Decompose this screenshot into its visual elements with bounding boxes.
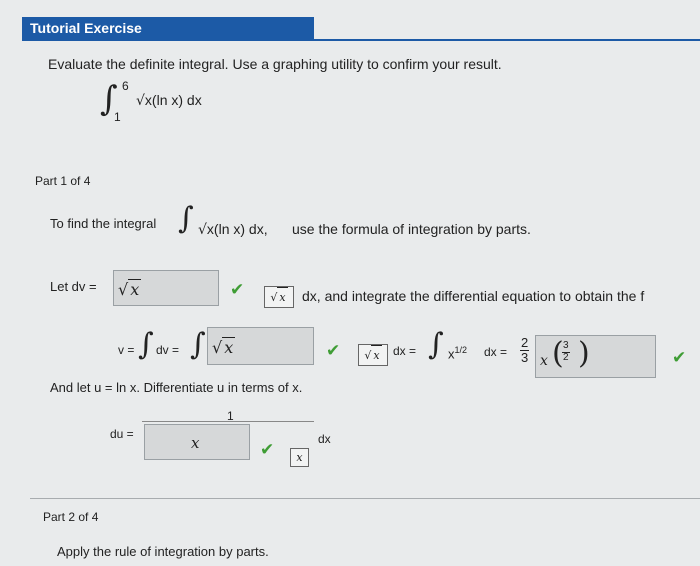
part1-intro: To find the integral	[50, 216, 157, 231]
v-result-check-icon: ✔	[672, 348, 687, 368]
part2-instruction: Apply the rule of integration by parts.	[57, 544, 269, 559]
du-label: du =	[110, 427, 134, 441]
part-separator	[30, 498, 700, 499]
dv-text: dv =	[156, 343, 180, 357]
dv-suffix: dx, and integrate the differential equat…	[302, 288, 645, 304]
dv-correct-check-icon: ✔	[230, 280, 245, 300]
upper-limit: 6	[122, 79, 129, 93]
problem-instruction: Evaluate the definite integral. Use a gr…	[48, 56, 502, 72]
v-result-box[interactable]: x ( 32 )	[535, 335, 656, 378]
dx-eq2-text: dx =	[484, 345, 508, 359]
let-dv-label: Let dv =	[50, 279, 97, 294]
dv-answer: √ x	[118, 279, 142, 299]
let-u-text: And let u = ln x. Differentiate u in ter…	[50, 380, 303, 395]
du-correct-check-icon: ✔	[260, 440, 275, 460]
part1-label: Part 1 of 4	[35, 174, 91, 188]
du-fraction-bar	[142, 421, 314, 422]
coefficient-fraction: 23	[520, 335, 530, 365]
result-paren-close: )	[578, 336, 590, 371]
result-base: x	[540, 353, 548, 369]
integral-symbol: ∫	[138, 327, 154, 362]
sqrt-key-button[interactable]: √ x	[358, 344, 388, 366]
part1-intro-integrand: √x(ln x) dx,	[198, 221, 268, 238]
du-suffix: dx	[318, 432, 331, 446]
tab-tutorial-exercise: Tutorial Exercise	[22, 17, 314, 39]
sqrt-key-button[interactable]: √ x	[264, 286, 294, 308]
v-label: v =	[118, 343, 135, 357]
v-answer-box[interactable]: √ x	[207, 327, 314, 365]
du-answer: x	[191, 434, 200, 452]
v-answer: √ x	[212, 337, 236, 357]
lower-limit: 1	[114, 110, 121, 124]
part1-intro-after: use the formula of integration by parts.	[292, 221, 531, 237]
power-term: x1/2	[448, 345, 468, 362]
problem-integrand: √x(ln x) dx	[136, 92, 202, 109]
result-exponent: 32	[562, 340, 570, 363]
integral-symbol: ∫	[428, 327, 444, 362]
dv-answer-box[interactable]: √ x	[113, 270, 219, 306]
integral-symbol: ∫	[178, 201, 194, 236]
header-rule	[22, 39, 700, 41]
v-correct-check-icon: ✔	[326, 341, 341, 361]
integral-symbol: ∫	[190, 327, 206, 362]
dx-eq-text: dx =	[393, 344, 417, 358]
part2-label: Part 2 of 4	[43, 510, 99, 524]
du-answer-box[interactable]: x	[144, 424, 250, 460]
x-key-button[interactable]: x	[290, 448, 309, 467]
